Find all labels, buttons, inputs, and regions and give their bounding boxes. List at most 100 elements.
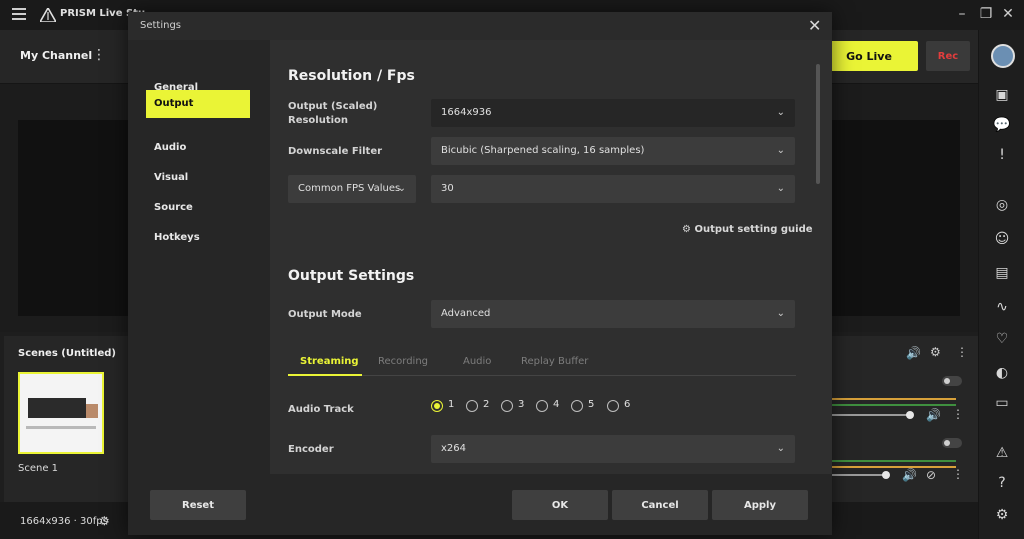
settings-nav: General Output Audio Visual Source Hotke… bbox=[128, 40, 270, 474]
downscale-filter-select[interactable]: Bicubic (Sharpened scaling, 16 samples) … bbox=[431, 137, 795, 165]
cancel-button[interactable]: Cancel bbox=[612, 490, 708, 520]
filter-icon[interactable]: ⊘ bbox=[926, 468, 936, 482]
fps-value-select[interactable]: 30 ⌄ bbox=[431, 175, 795, 203]
help-icon[interactable]: ? bbox=[993, 474, 1011, 492]
tab-audio[interactable]: Audio bbox=[463, 356, 491, 376]
resolution-section-title: Resolution / Fps bbox=[288, 68, 415, 84]
effect-icon[interactable]: ◐ bbox=[993, 364, 1011, 382]
go-live-button[interactable]: Go Live bbox=[820, 41, 918, 71]
output-tabs: Streaming Recording Audio Replay Buffer bbox=[288, 356, 796, 376]
tab-replay-buffer[interactable]: Replay Buffer bbox=[521, 356, 588, 376]
audio-track-label-4: 4 bbox=[553, 399, 560, 410]
chevron-down-icon: ⌄ bbox=[776, 183, 785, 194]
menu-icon[interactable] bbox=[12, 8, 26, 22]
close-icon[interactable]: ✕ bbox=[808, 16, 821, 35]
restore-icon[interactable]: ❐ bbox=[978, 6, 994, 22]
settings-icon[interactable]: ⚙ bbox=[993, 506, 1011, 524]
scrollbar[interactable] bbox=[816, 64, 820, 184]
fps-type-select[interactable]: Common FPS Values ⌄ bbox=[288, 175, 416, 203]
audio-track-label-1: 1 bbox=[448, 399, 455, 410]
bar-icon[interactable]: ▭ bbox=[993, 394, 1011, 412]
status-resolution: 1664x936 · 30fps bbox=[20, 516, 108, 527]
nav-audio[interactable]: Audio bbox=[146, 134, 250, 162]
speaker-icon[interactable]: 🔊 bbox=[902, 468, 917, 482]
speaker-icon[interactable]: 🔊 bbox=[926, 408, 941, 422]
audio-meter bbox=[830, 398, 956, 400]
report-icon[interactable]: ⚠ bbox=[993, 444, 1011, 462]
audio-track-label-2: 2 bbox=[483, 399, 490, 410]
output-resolution-select[interactable]: 1664x936 ⌄ bbox=[431, 99, 795, 127]
heart-icon[interactable]: ♡ bbox=[993, 330, 1011, 348]
audio-meter bbox=[830, 404, 956, 406]
gear-icon[interactable]: ⚙ bbox=[99, 514, 110, 528]
more-options-icon[interactable]: ⋮ bbox=[952, 407, 964, 421]
volume-slider-track bbox=[830, 474, 886, 476]
audio-track-radio-6[interactable] bbox=[607, 400, 619, 412]
alert-icon[interactable]: ! bbox=[993, 146, 1011, 164]
camera-icon[interactable]: ◎ bbox=[993, 196, 1011, 214]
volume-slider-track bbox=[830, 414, 910, 416]
more-options-icon[interactable]: ⋮ bbox=[956, 345, 968, 359]
rec-button[interactable]: Rec bbox=[926, 41, 970, 71]
audio-track-radio-1[interactable] bbox=[431, 400, 443, 412]
nav-output[interactable]: Output bbox=[146, 90, 250, 118]
settings-body: Resolution / Fps Output (Scaled) Resolut… bbox=[270, 40, 832, 474]
output-mode-label: Output Mode bbox=[288, 309, 362, 320]
nav-hotkeys[interactable]: Hotkeys bbox=[146, 224, 250, 252]
nav-visual[interactable]: Visual bbox=[146, 164, 250, 192]
scenes-panel: Scenes (Untitled) Scene 1 bbox=[4, 336, 128, 502]
tab-recording[interactable]: Recording bbox=[378, 356, 428, 376]
scenes-title: Scenes (Untitled) bbox=[18, 348, 116, 359]
layout-icon[interactable]: ▣ bbox=[993, 86, 1011, 104]
encoder-select[interactable]: x264 ⌄ bbox=[431, 435, 795, 463]
audio-track-radio-3[interactable] bbox=[501, 400, 513, 412]
audio-meter bbox=[830, 466, 956, 468]
ok-button[interactable]: OK bbox=[512, 490, 608, 520]
audio-track-radio-5[interactable] bbox=[571, 400, 583, 412]
audio-toggle[interactable] bbox=[942, 438, 962, 448]
output-mode-select[interactable]: Advanced ⌄ bbox=[431, 300, 795, 328]
scene-label: Scene 1 bbox=[18, 463, 59, 474]
gear-icon[interactable]: ⚙ bbox=[930, 345, 941, 359]
audio-track-label-6: 6 bbox=[624, 399, 631, 410]
sticker-icon[interactable]: ☺ bbox=[993, 230, 1011, 248]
gear-icon: ⚙ bbox=[682, 224, 691, 235]
audio-track-label: Audio Track bbox=[288, 404, 354, 415]
chevron-down-icon: ⌄ bbox=[776, 145, 785, 156]
speaker-icon[interactable]: 🔊 bbox=[906, 346, 921, 360]
volume-slider[interactable] bbox=[882, 471, 890, 479]
tab-streaming[interactable]: Streaming bbox=[300, 356, 359, 376]
draw-icon[interactable]: ∿ bbox=[993, 298, 1011, 316]
reset-button[interactable]: Reset bbox=[150, 490, 246, 520]
chat-icon[interactable]: 💬 bbox=[993, 116, 1011, 134]
scene-thumbnail[interactable] bbox=[18, 372, 104, 454]
audio-meter bbox=[830, 460, 956, 462]
prism-logo-icon bbox=[40, 8, 56, 22]
minimize-icon[interactable]: – bbox=[954, 6, 970, 22]
mixer-panel: 🔊 ⚙ ⋮ 🔊 ⋮ 🔊 ⊘ ⋮ bbox=[830, 336, 978, 502]
audio-track-radio-2[interactable] bbox=[466, 400, 478, 412]
apply-button[interactable]: Apply bbox=[712, 490, 808, 520]
output-resolution-label: Output (Scaled) Resolution bbox=[288, 101, 378, 126]
channel-name: My Channel bbox=[20, 49, 93, 62]
nav-source[interactable]: Source bbox=[146, 194, 250, 222]
close-window-icon[interactable]: ✕ bbox=[1000, 6, 1016, 22]
volume-slider[interactable] bbox=[906, 411, 914, 419]
dialog-footer: Reset OK Cancel Apply bbox=[128, 474, 832, 535]
active-tab-indicator bbox=[288, 374, 362, 376]
more-options-icon[interactable]: ⋮ bbox=[952, 467, 964, 481]
avatar[interactable] bbox=[991, 44, 1015, 68]
encoder-label: Encoder bbox=[288, 444, 334, 455]
output-guide-link[interactable]: ⚙ Output setting guide bbox=[682, 224, 813, 235]
more-options-icon[interactable]: ⋮ bbox=[92, 47, 106, 63]
chevron-down-icon: ⌄ bbox=[776, 443, 785, 454]
audio-track-radio-4[interactable] bbox=[536, 400, 548, 412]
audio-track-label-5: 5 bbox=[588, 399, 595, 410]
dialog-title: Settings bbox=[140, 20, 182, 31]
settings-dialog: Settings ✕ General Output Audio Visual S… bbox=[128, 12, 832, 535]
audio-toggle[interactable] bbox=[942, 376, 962, 386]
downscale-filter-label: Downscale Filter bbox=[288, 146, 383, 157]
chevron-down-icon: ⌄ bbox=[776, 308, 785, 319]
contact-icon[interactable]: ▤ bbox=[993, 264, 1011, 282]
chevron-down-icon: ⌄ bbox=[776, 107, 785, 118]
